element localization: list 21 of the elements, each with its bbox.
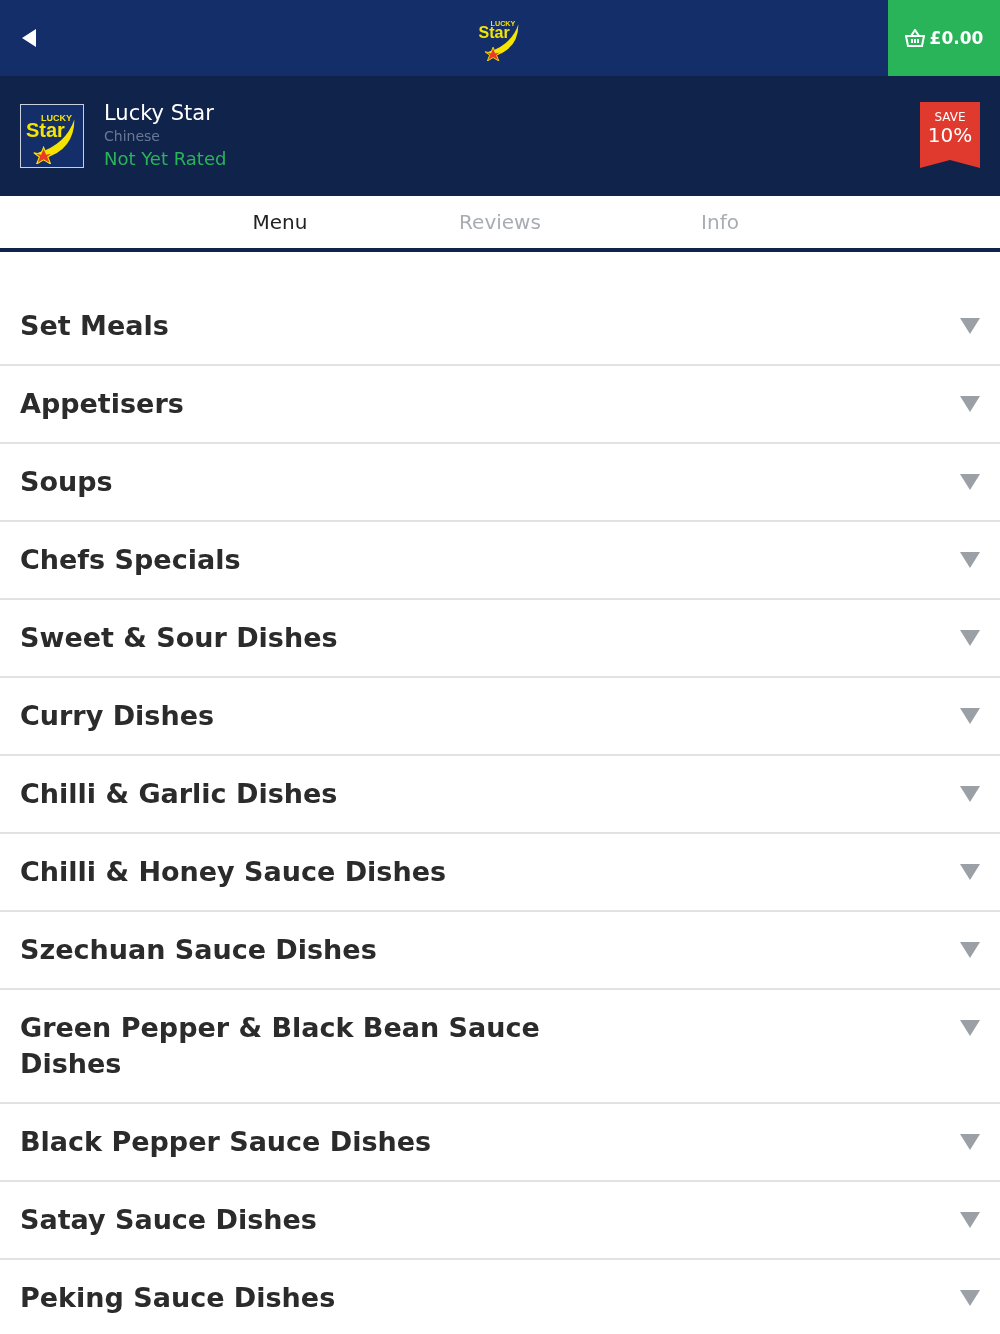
menu-category-row[interactable]: Green Pepper & Black Bean Sauce Dishes bbox=[0, 990, 1000, 1104]
rating-label: Not Yet Rated bbox=[104, 147, 228, 171]
menu-category-row[interactable]: Set Meals bbox=[0, 288, 1000, 366]
menu-category-row[interactable]: Szechuan Sauce Dishes bbox=[0, 912, 1000, 990]
tab[interactable]: Menu bbox=[170, 196, 390, 248]
menu-category-row[interactable]: Chilli & Honey Sauce Dishes bbox=[0, 834, 1000, 912]
restaurant-name: Lucky Star bbox=[104, 100, 215, 126]
menu-category-row[interactable]: Sweet & Sour Dishes bbox=[0, 600, 1000, 678]
menu-category-row[interactable]: Chilli & Garlic Dishes bbox=[0, 756, 1000, 834]
menu-category-row[interactable]: Peking Sauce Dishes bbox=[0, 1260, 1000, 1334]
basket-icon bbox=[904, 29, 925, 47]
menu-category-row[interactable]: Curry Dishes bbox=[0, 678, 1000, 756]
discount-ribbon: SAVE 10% bbox=[920, 102, 980, 168]
menu-category-row[interactable]: Soups bbox=[0, 444, 1000, 522]
menu-category-row[interactable]: Appetisers bbox=[0, 366, 1000, 444]
cuisine-label: Chinese bbox=[104, 127, 161, 146]
menu-category-row[interactable]: Black Pepper Sauce Dishes bbox=[0, 1104, 1000, 1182]
logo-drawing: LUCKY Star bbox=[24, 108, 80, 164]
menu-category-row[interactable]: Satay Sauce Dishes bbox=[0, 1182, 1000, 1260]
menu-category-row[interactable]: Chefs Specials bbox=[0, 522, 1000, 600]
back-icon bbox=[22, 29, 38, 47]
